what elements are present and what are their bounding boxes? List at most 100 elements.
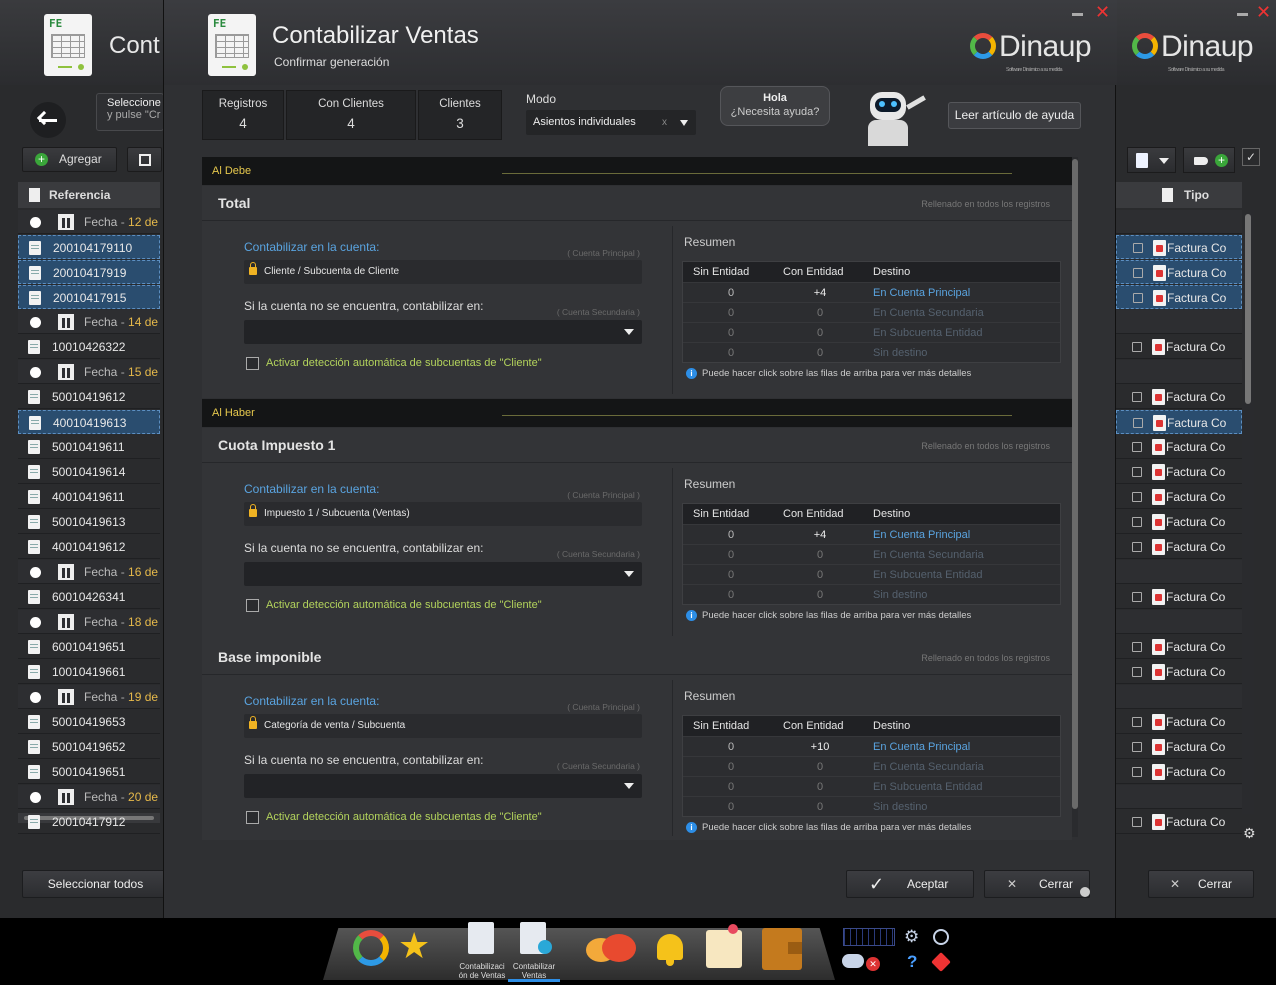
table-row[interactable]: 50010419613 [18,510,160,534]
expand-icon[interactable] [30,692,41,703]
date-group-row[interactable]: Fecha - 20 de [18,785,160,809]
notifications-bell-icon[interactable] [653,930,687,968]
error-badge-icon[interactable]: ✕ [866,957,880,971]
auto-detect-checkbox[interactable]: Activar detección automática de subcuent… [246,357,542,370]
table-row[interactable]: Factura Co [1116,635,1242,659]
summary-row[interactable]: 0 0 En Cuenta Secundaria [683,302,1060,322]
table-row[interactable]: Factura Co [1116,535,1242,559]
summary-row[interactable]: 0 0 Sin destino [683,584,1060,604]
external-link-icon[interactable] [1132,717,1142,727]
summary-row[interactable]: 0 0 En Cuenta Secundaria [683,756,1060,776]
summary-row[interactable]: 0 +10 En Cuenta Principal [683,736,1060,756]
external-link-icon[interactable] [1132,542,1142,552]
external-link-icon[interactable] [1132,667,1142,677]
table-row[interactable]: 50010419612 [18,385,160,409]
external-link-icon[interactable] [1133,268,1143,278]
notes-icon[interactable] [706,924,742,968]
summary-row[interactable]: 0 0 En Subcuenta Entidad [683,322,1060,342]
external-link-icon[interactable] [1132,642,1142,652]
primary-account-field[interactable]: Categoría de venta / Subcuenta [244,714,642,738]
table-row[interactable]: 40010419611 [18,485,160,509]
table-row[interactable]: Factura Co [1116,460,1242,484]
table-row[interactable]: Factura Co [1116,660,1242,684]
table-row[interactable]: 50010419653 [18,710,160,734]
vertical-scrollbar[interactable] [1242,210,1254,814]
right-close-button[interactable]: ✕ Cerrar [1148,870,1254,898]
summary-row[interactable]: 0 0 En Subcuenta Entidad [683,564,1060,584]
table-row[interactable]: Factura Co [1116,735,1242,759]
taskbar-item-contabilizacion-ventas[interactable]: Contabilizaci ón de Ventas [456,922,508,980]
external-link-icon[interactable] [1133,293,1143,303]
table-row[interactable]: Factura Co [1116,235,1242,259]
secondary-account-dropdown[interactable] [244,562,642,586]
settings-gear-icon[interactable]: ⚙ [904,927,919,947]
table-row[interactable]: 50010419614 [18,460,160,484]
close-button[interactable]: ✕ Cerrar [984,870,1090,898]
table-row[interactable]: 20010417915 [18,285,160,309]
close-window-icon[interactable]: ✕ [1256,2,1271,23]
summary-row[interactable]: 0 0 En Cuenta Secundaria [683,544,1060,564]
table-row[interactable]: 50010419651 [18,760,160,784]
summary-row[interactable]: 0 +4 En Cuenta Principal [683,282,1060,302]
auto-detect-checkbox[interactable]: Activar detección automática de subcuent… [246,811,542,824]
external-link-icon[interactable] [1132,517,1142,527]
external-link-icon[interactable] [1132,817,1142,827]
table-row[interactable]: 10010426322 [18,335,160,359]
table-row[interactable]: Factura Co [1116,710,1242,734]
auto-detect-checkbox[interactable]: Activar detección automática de subcuent… [246,599,542,612]
clock-icon[interactable] [933,929,949,945]
date-group-row[interactable]: Fecha - 19 de [18,685,160,709]
table-row[interactable]: 40010419613 [18,410,160,434]
column-header-tipo[interactable]: Tipo [1116,182,1242,208]
date-group-row[interactable]: Fecha - 18 de [18,610,160,634]
external-link-icon[interactable] [1133,418,1143,428]
resize-grip-icon[interactable] [1080,887,1090,897]
chat-bubbles-icon[interactable] [586,934,638,968]
expand-icon[interactable] [30,792,41,803]
secondary-account-dropdown[interactable] [244,774,642,798]
table-row[interactable]: 40010419612 [18,535,160,559]
select-all-button[interactable]: Seleccionar todos [22,870,169,898]
wallet-icon[interactable] [762,928,802,970]
monitor-graph-icon[interactable] [843,928,895,946]
table-row[interactable]: Factura Co [1116,260,1242,284]
summary-row[interactable]: 0 0 Sin destino [683,796,1060,816]
dinaup-home-icon[interactable] [353,930,389,966]
document-dropdown-button[interactable] [1127,147,1176,173]
table-row[interactable]: 200104179110 [18,235,160,259]
external-link-icon[interactable] [1132,592,1142,602]
expand-icon[interactable] [30,567,41,578]
expand-icon[interactable] [30,617,41,628]
add-button[interactable]: + Agregar [22,147,117,172]
table-row[interactable]: Factura Co [1116,485,1242,509]
secondary-account-dropdown[interactable] [244,320,642,344]
table-row[interactable]: Factura Co [1116,510,1242,534]
favorites-star-icon[interactable]: ★ [398,926,430,966]
dialog-vertical-scrollbar[interactable] [1072,157,1078,837]
external-link-icon[interactable] [1132,392,1142,402]
settings-gear-icon[interactable]: ⚙ [1243,825,1256,842]
primary-account-field[interactable]: Impuesto 1 / Subcuenta (Ventas) [244,502,642,526]
external-link-icon[interactable] [1132,467,1142,477]
primary-account-field[interactable]: Cliente / Subcuenta de Cliente [244,260,642,284]
external-link-icon[interactable] [1132,742,1142,752]
summary-row[interactable]: 0 0 Sin destino [683,342,1060,362]
date-group-row[interactable]: Fecha - 15 de [18,360,160,384]
table-row[interactable]: Factura Co [1116,335,1242,359]
summary-row[interactable]: 0 0 En Subcuenta Entidad [683,776,1060,796]
external-link-icon[interactable] [1132,492,1142,502]
add-tag-button[interactable]: + [1183,147,1235,173]
column-header-referencia[interactable]: Referencia [18,182,160,208]
table-row[interactable]: Factura Co [1116,385,1242,409]
check-all-checkbox[interactable]: ✓ [1242,148,1260,166]
back-button[interactable] [30,102,66,138]
accept-button[interactable]: ✓ Aceptar [846,870,974,898]
date-group-row[interactable]: Fecha - 16 de [18,560,160,584]
table-row[interactable]: Factura Co [1116,410,1242,434]
expand-icon[interactable] [30,367,41,378]
minimize-icon[interactable] [1237,13,1248,16]
table-row[interactable]: 50010419611 [18,435,160,459]
external-link-icon[interactable] [1132,767,1142,777]
table-row[interactable]: 60010419651 [18,635,160,659]
table-row[interactable]: Factura Co [1116,810,1242,834]
